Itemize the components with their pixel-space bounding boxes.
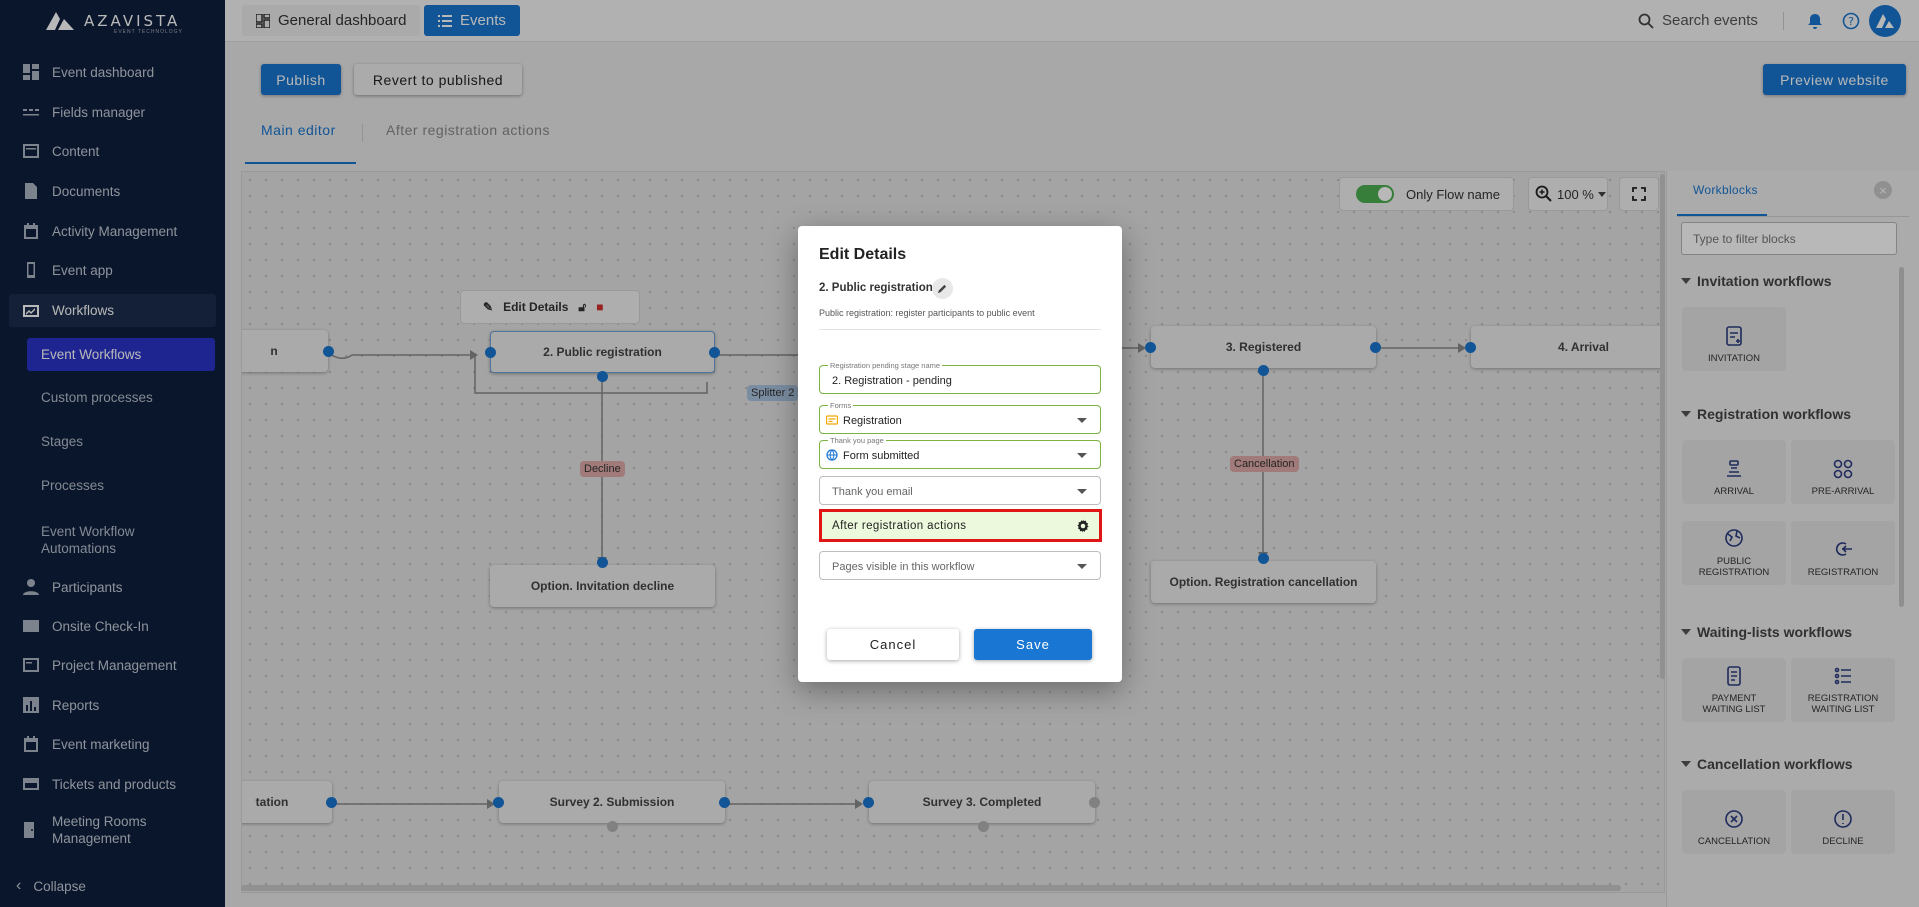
field-value: Form submitted — [843, 450, 920, 462]
field-placeholder: Thank you email — [832, 486, 913, 498]
save-button[interactable]: Save — [974, 629, 1092, 660]
pages-visible-select[interactable]: Pages visible in this workflow — [819, 551, 1101, 580]
field-value: Registration — [843, 415, 902, 427]
field-label: Thank you page — [828, 436, 886, 445]
chevron-down-icon — [1077, 564, 1087, 569]
globe-icon — [826, 449, 838, 461]
after-registration-actions-label: After registration actions — [832, 520, 967, 532]
forms-select[interactable]: Forms Registration — [819, 401, 1101, 434]
pencil-icon — [937, 284, 947, 294]
registration-pending-stage-name-field[interactable]: Registration pending stage name 2. Regis… — [819, 361, 1101, 394]
form-icon — [826, 415, 838, 425]
edit-stage-name-button[interactable] — [932, 278, 953, 299]
field-placeholder: Pages visible in this workflow — [832, 561, 975, 573]
chevron-down-icon — [1077, 489, 1087, 494]
divider — [819, 329, 1101, 330]
edit-details-dialog: Edit Details 2. Public registration Publ… — [798, 226, 1122, 682]
chevron-down-icon — [1077, 453, 1087, 458]
stage-description: Public registration: register participan… — [819, 308, 1035, 318]
field-label: Forms — [828, 401, 854, 410]
field-label: Registration pending stage name — [828, 361, 943, 370]
thank-you-page-select[interactable]: Thank you page Form submitted — [819, 436, 1101, 469]
cancel-button[interactable]: Cancel — [827, 629, 959, 660]
chevron-down-icon — [1077, 418, 1087, 423]
after-registration-actions-row[interactable]: After registration actions — [819, 509, 1102, 542]
field-value: 2. Registration - pending — [832, 375, 952, 387]
thank-you-email-select[interactable]: Thank you email — [819, 476, 1101, 505]
stage-name: 2. Public registration — [819, 282, 933, 294]
dialog-title: Edit Details — [819, 246, 907, 263]
gear-icon[interactable] — [1076, 519, 1090, 533]
